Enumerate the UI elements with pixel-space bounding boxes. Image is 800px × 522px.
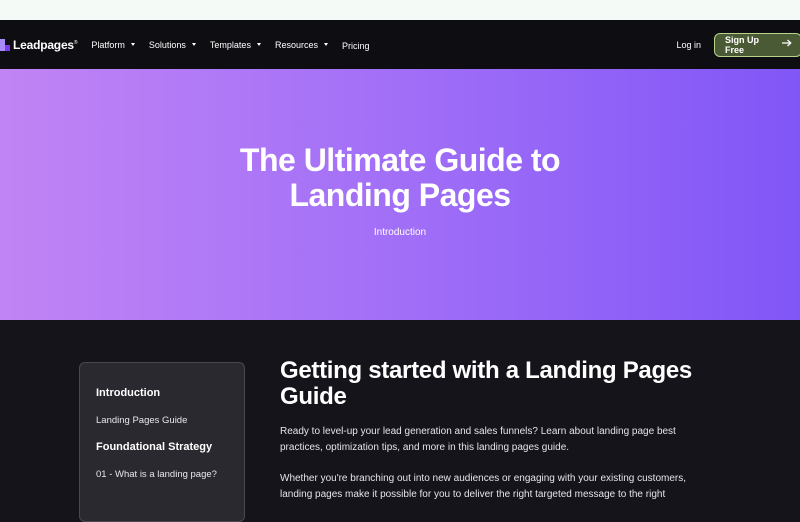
nav-item-solutions[interactable]: Solutions	[149, 40, 196, 50]
chevron-down-icon	[323, 43, 328, 46]
chevron-down-icon	[256, 43, 261, 46]
signup-button[interactable]: Sign Up Free	[714, 32, 800, 57]
page-title: The Ultimate Guide to Landing Pages	[239, 142, 561, 213]
article-content: Getting started with a Landing Pages Gui…	[280, 357, 730, 501]
chevron-down-icon	[191, 43, 196, 46]
nav-item-templates[interactable]: Templates	[210, 40, 261, 50]
logo-mark-icon	[0, 38, 10, 51]
nav-item-pricing[interactable]: Pricing	[342, 41, 370, 51]
leadpages-logo[interactable]: Leadpages®	[0, 20, 78, 69]
nav-actions: Log in Sign Up Free	[676, 20, 800, 69]
toc-heading-foundational-strategy[interactable]: Foundational Strategy	[96, 441, 212, 453]
chevron-down-icon	[130, 43, 135, 46]
toc-heading-introduction[interactable]: Introduction	[96, 387, 160, 399]
toc-link-landing-pages-guide[interactable]: Landing Pages Guide	[96, 415, 187, 426]
breadcrumb[interactable]: Introduction	[0, 227, 800, 238]
article-paragraph: Whether you're branching out into new au…	[280, 473, 687, 500]
arrow-right-icon	[782, 39, 792, 50]
top-strip	[0, 0, 800, 20]
top-navbar: Leadpages® Platform Solutions Templates …	[0, 20, 800, 69]
article-title: Getting started with a Landing Pages Gui…	[280, 357, 692, 410]
nav-item-resources[interactable]: Resources	[275, 40, 328, 50]
article-paragraph: Ready to level-up your lead generation a…	[280, 426, 676, 453]
login-link[interactable]: Log in	[676, 40, 701, 50]
toc-link-what-is-a-landing-page[interactable]: 01 - What is a landing page?	[96, 469, 217, 480]
hero-banner: The Ultimate Guide to Landing Pages Intro…	[0, 69, 800, 320]
nav-item-platform[interactable]: Platform	[91, 40, 135, 50]
nav-menu: Platform Solutions Templates Resources P…	[91, 39, 383, 51]
logo-text: Leadpages®	[13, 37, 78, 52]
table-of-contents: Introduction Landing Pages Guide Foundat…	[79, 362, 245, 522]
